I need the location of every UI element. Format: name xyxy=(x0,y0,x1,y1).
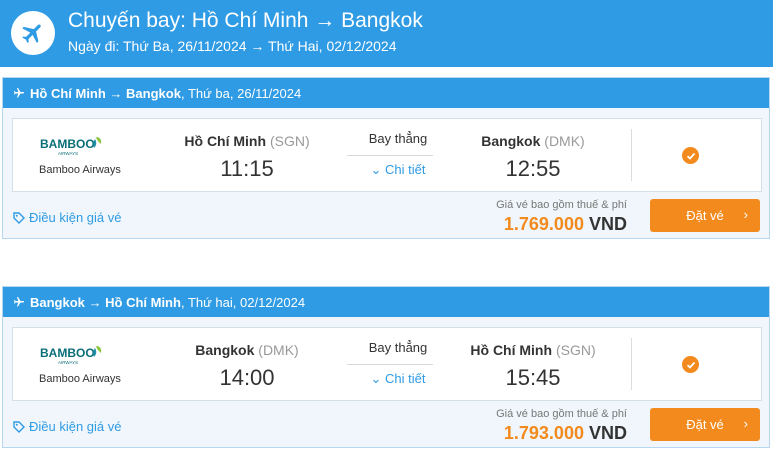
direct-flight-label: Bay thẳng xyxy=(368,340,428,355)
price-currency: VND xyxy=(588,214,627,234)
flight-card-header: Hồ Chí Minh → Bangkok, Thứ ba, 26/11/202… xyxy=(3,78,769,108)
departure-place: Bangkok (DMK) xyxy=(178,342,316,358)
svg-text:AIRWAYS: AIRWAYS xyxy=(58,151,78,156)
arrival-time: 15:45 xyxy=(505,365,561,390)
chevron-right-icon: › xyxy=(743,416,748,431)
departure-city: Hồ Chí Minh xyxy=(184,133,267,149)
arrival-place: Bangkok (DMK) xyxy=(468,133,598,149)
arrival-code: (SGN) xyxy=(555,342,596,358)
flight-route: Bangkok → Hồ Chí Minh xyxy=(30,294,181,310)
details-link[interactable]: ⌄ Chi tiết xyxy=(355,162,441,178)
price-note: Giá vé bao gồm thuế & phí xyxy=(496,199,627,211)
airline-name: Bamboo Airways xyxy=(39,373,121,385)
selected-check-icon[interactable] xyxy=(682,356,699,373)
flight-card-outbound: Hồ Chí Minh → Bangkok, Thứ ba, 26/11/202… xyxy=(2,77,770,239)
airplane-small-icon xyxy=(14,88,24,98)
direct-flight-label: Bay thẳng xyxy=(368,131,428,146)
flight-details[interactable]: BAMBOO AIRWAYS Bamboo Airways Bangkok (D… xyxy=(12,327,762,401)
book-button-label: Đặt vé xyxy=(686,208,724,223)
chevron-down-icon: ⌄ xyxy=(370,162,382,177)
book-button[interactable]: Đặt vé › xyxy=(650,408,760,441)
flight-date: , Thứ ba, 26/11/2024 xyxy=(180,85,302,101)
departure-time: 14:00 xyxy=(219,365,275,390)
arrival-place: Hồ Chí Minh (SGN) xyxy=(458,342,608,358)
fare-conditions-link[interactable]: Điều kiện giá vé xyxy=(13,419,122,434)
trip-header: Chuyến bay: Hồ Chí Minh → Bangkok Ngày đ… xyxy=(0,0,773,67)
chevron-down-icon: ⌄ xyxy=(370,371,382,386)
price-currency: VND xyxy=(588,423,627,443)
price: 1.769.000 VND xyxy=(504,214,627,235)
book-button[interactable]: Đặt vé › xyxy=(650,199,760,232)
price-amount: 1.769.000 xyxy=(503,214,584,234)
flight-date: , Thứ hai, 02/12/2024 xyxy=(180,294,306,310)
arrival-code: (DMK) xyxy=(544,133,585,149)
book-button-label: Đặt vé xyxy=(686,417,724,432)
bamboo-airways-logo: BAMBOO AIRWAYS xyxy=(40,135,104,162)
price-note: Giá vé bao gồm thuế & phí xyxy=(496,408,627,420)
details-link[interactable]: ⌄ Chi tiết xyxy=(355,371,441,387)
flight-details[interactable]: BAMBOO AIRWAYS Bamboo Airways Hồ Chí Min… xyxy=(12,118,762,192)
price: 1.793.000 VND xyxy=(504,423,627,444)
svg-text:AIRWAYS: AIRWAYS xyxy=(58,360,78,365)
departure-code: (SGN) xyxy=(269,133,310,149)
flight-route: Hồ Chí Minh → Bangkok xyxy=(30,85,181,101)
bamboo-airways-logo: BAMBOO AIRWAYS xyxy=(40,344,104,371)
departure-place: Hồ Chí Minh (SGN) xyxy=(178,133,316,149)
fare-conditions-label: Điều kiện giá vé xyxy=(29,419,122,434)
svg-text:BAMBOO: BAMBOO xyxy=(40,346,95,360)
arrival-time: 12:55 xyxy=(505,156,561,181)
page-title: Chuyến bay: Hồ Chí Minh → Bangkok xyxy=(68,9,423,32)
divider xyxy=(631,129,632,181)
divider xyxy=(347,364,433,365)
fare-conditions-link[interactable]: Điều kiện giá vé xyxy=(13,210,122,225)
divider xyxy=(347,155,433,156)
selected-check-icon[interactable] xyxy=(682,147,699,164)
svg-text:BAMBOO: BAMBOO xyxy=(40,137,95,151)
arrival-city: Bangkok xyxy=(481,133,541,149)
details-label: Chi tiết xyxy=(385,162,426,177)
departure-time: 11:15 xyxy=(220,156,274,181)
fare-conditions-label: Điều kiện giá vé xyxy=(29,210,122,225)
details-label: Chi tiết xyxy=(385,371,426,386)
airplane-small-icon xyxy=(14,297,24,307)
departure-city: Bangkok xyxy=(195,342,255,358)
departure-code: (DMK) xyxy=(258,342,299,358)
divider xyxy=(631,338,632,390)
flight-card-header: Bangkok → Hồ Chí Minh, Thứ hai, 02/12/20… xyxy=(3,287,769,317)
flight-card-return: Bangkok → Hồ Chí Minh, Thứ hai, 02/12/20… xyxy=(2,286,770,448)
airplane-icon xyxy=(11,11,55,55)
chevron-right-icon: › xyxy=(743,207,748,222)
price-amount: 1.793.000 xyxy=(503,423,584,443)
trip-dates: Ngày đi: Thứ Ba, 26/11/2024 → Thứ Hai, 0… xyxy=(68,38,397,54)
airline-name: Bamboo Airways xyxy=(39,164,121,176)
tag-icon xyxy=(13,211,25,224)
arrival-city: Hồ Chí Minh xyxy=(470,342,553,358)
tag-icon xyxy=(13,420,25,433)
